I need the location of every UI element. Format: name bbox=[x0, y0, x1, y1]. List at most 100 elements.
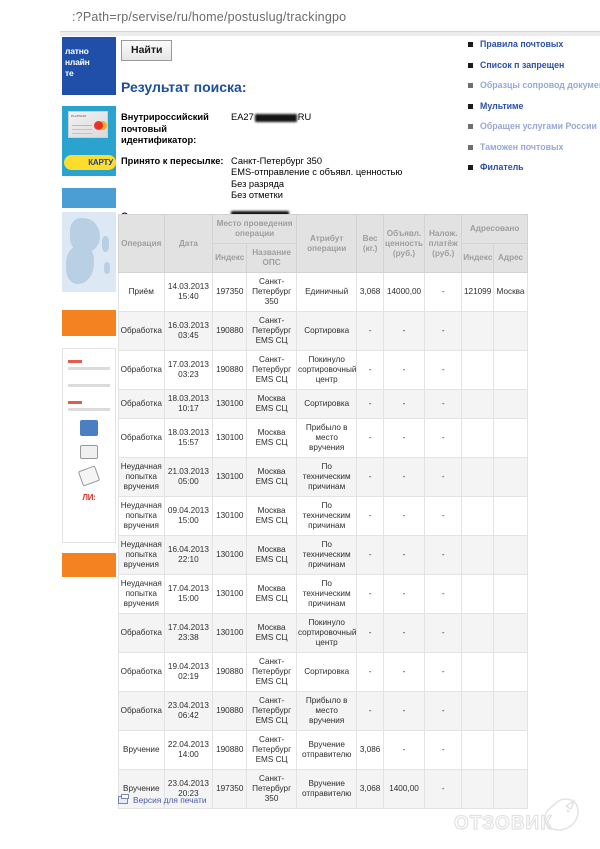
ad-banner-credit-card[interactable]: PLATINUM КАРТУ bbox=[62, 106, 116, 176]
cell-ops-name: Санкт-Петербург 350 bbox=[246, 769, 297, 809]
side-widget-panel: ЛИ: bbox=[62, 348, 116, 543]
map-shape-4 bbox=[104, 262, 110, 274]
tracking-table: Операция Дата Место проведения операции … bbox=[118, 214, 528, 809]
cell-addr-address bbox=[493, 418, 528, 458]
cell-date: 09.04.2013 15:00 bbox=[163, 496, 214, 536]
cell-cod: - bbox=[424, 652, 463, 692]
widget-line-3 bbox=[68, 408, 110, 411]
tracking-table-wrapper: Операция Дата Место проведения операции … bbox=[118, 214, 528, 809]
col-ops-name: Название ОПС bbox=[246, 243, 297, 273]
cell-addr-index bbox=[461, 457, 495, 497]
cell-ops-name: Санкт-Петербург EMS СЦ bbox=[246, 730, 297, 770]
cell-cod: - bbox=[424, 272, 463, 312]
right-link-label: Правила почтовых bbox=[480, 39, 564, 49]
cell-cod: - bbox=[424, 769, 463, 809]
cell-operation: Обработка bbox=[118, 389, 165, 419]
ad-cta-button[interactable]: КАРТУ bbox=[64, 155, 116, 170]
accepted-value-3: Без отметки bbox=[231, 190, 283, 200]
cell-weight: - bbox=[356, 496, 384, 536]
ad-strip-blue[interactable] bbox=[62, 188, 116, 208]
cell-cod: - bbox=[424, 418, 463, 458]
credit-card-label: PLATINUM bbox=[71, 114, 86, 118]
right-link-label: Филатель bbox=[480, 162, 524, 172]
cell-addr-address bbox=[493, 457, 528, 497]
cell-ops-name: Москва EMS СЦ bbox=[246, 496, 297, 536]
cell-attribute: Покинуло сортировочный центр bbox=[295, 350, 358, 390]
cell-ops-name: Санкт-Петербург EMS СЦ bbox=[246, 350, 297, 390]
ad-banner-blue[interactable]: латно нлайн те bbox=[62, 37, 116, 95]
map-shape-3 bbox=[102, 236, 109, 252]
cell-operation: Обработка bbox=[118, 311, 165, 351]
bullet-icon bbox=[468, 62, 473, 68]
redaction-bar-identifier bbox=[254, 113, 297, 122]
right-link-item[interactable]: Филатель bbox=[468, 162, 600, 174]
cell-weight: - bbox=[356, 652, 384, 692]
table-row: Обработка 18.03.2013 15:57 130100 Москва EM… bbox=[118, 418, 528, 458]
cell-declared-value: - bbox=[382, 457, 426, 497]
cell-index: 190880 bbox=[212, 652, 248, 692]
cell-addr-index bbox=[461, 769, 495, 809]
cell-attribute: Вручение отправителю bbox=[295, 769, 358, 809]
cell-ops-name: Москва EMS СЦ bbox=[246, 389, 297, 419]
tracking-table-head: Операция Дата Место проведения операции … bbox=[118, 214, 528, 273]
right-link-item[interactable]: Мультиме bbox=[468, 101, 600, 113]
cell-addr-index bbox=[461, 691, 495, 731]
ad-banner-orange-1[interactable] bbox=[62, 310, 116, 336]
cell-operation: Приём bbox=[118, 272, 165, 312]
print-version-link[interactable]: Версия для печати bbox=[118, 794, 207, 805]
cell-operation: Обработка bbox=[118, 613, 165, 653]
cell-date: 18.03.2013 15:57 bbox=[163, 418, 214, 458]
cell-addr-index bbox=[461, 311, 495, 351]
right-link-item[interactable]: Образцы сопровод документ bbox=[468, 80, 600, 92]
col-addr-index: Индекс bbox=[461, 243, 495, 273]
cell-index: 190880 bbox=[212, 691, 248, 731]
url-fragment-text: :?Path=rp/servise/ru/home/postuslug/trac… bbox=[72, 10, 347, 24]
cell-addr-index bbox=[461, 613, 495, 653]
right-link-item[interactable]: Правила почтовых bbox=[468, 39, 600, 51]
cell-ops-name: Санкт-Петербург EMS СЦ bbox=[246, 311, 297, 351]
cell-attribute: Прибыло в место вручения bbox=[295, 691, 358, 731]
cell-cod: - bbox=[424, 535, 463, 575]
ad-banner-orange-2[interactable] bbox=[62, 553, 116, 577]
cell-date: 21.03.2013 05:00 bbox=[163, 457, 214, 497]
cell-declared-value: - bbox=[382, 574, 426, 614]
widget-promo-text: ЛИ: bbox=[82, 493, 96, 502]
map-thumbnail[interactable] bbox=[62, 212, 116, 292]
table-row: Неудачная попытка вручения 21.03.2013 05:… bbox=[118, 457, 528, 497]
cell-addr-index bbox=[461, 389, 495, 419]
widget-line-red-1 bbox=[68, 360, 82, 363]
widget-line-1 bbox=[68, 367, 110, 370]
ad-banner-blue-text: латно нлайн те bbox=[65, 46, 90, 78]
cell-operation: Обработка bbox=[118, 418, 165, 458]
cell-ops-name: Москва EMS СЦ bbox=[246, 535, 297, 575]
bullet-icon bbox=[468, 42, 473, 47]
package-box-icon bbox=[80, 420, 98, 436]
identifier-label-line1: Внутрироссийский bbox=[121, 112, 209, 122]
cell-operation: Обработка bbox=[118, 652, 165, 692]
find-button[interactable]: Найти bbox=[121, 40, 173, 61]
cell-attribute: Сортировка bbox=[295, 311, 358, 351]
cell-index: 130100 bbox=[212, 457, 248, 497]
bullet-icon bbox=[468, 103, 473, 109]
right-link-item[interactable]: Таможен почтовых bbox=[468, 142, 600, 154]
cell-declared-value: - bbox=[382, 418, 426, 458]
right-link-item[interactable]: Список п запрещен bbox=[468, 60, 600, 72]
identifier-label-line2: почтовый идентификатор: bbox=[121, 123, 197, 146]
col-weight: Вес (кг.) bbox=[356, 214, 384, 273]
cell-declared-value: 1400,00 bbox=[382, 769, 426, 809]
table-row: Обработка 18.03.2013 10:17 130100 Москва EM… bbox=[118, 389, 528, 419]
cell-weight: - bbox=[356, 418, 384, 458]
table-row: Обработка 23.04.2013 06:42 190880 Санкт-Пет… bbox=[118, 691, 528, 731]
cell-index[interactable]: 190880 bbox=[212, 730, 248, 770]
right-link-item[interactable]: Обращен услугами России bbox=[468, 121, 600, 133]
table-header-row-1: Операция Дата Место проведения операции … bbox=[118, 214, 528, 273]
right-link-label: Образцы сопровод документ bbox=[480, 80, 600, 90]
cell-cod: - bbox=[424, 457, 463, 497]
cell-index[interactable]: 197350 bbox=[212, 769, 248, 809]
credit-card-icon: PLATINUM bbox=[68, 111, 108, 138]
cell-attribute: Сортировка bbox=[295, 389, 358, 419]
col-addr-address: Адрес bbox=[493, 243, 528, 273]
cell-addr-index bbox=[461, 496, 495, 536]
cell-operation: Неудачная попытка вручения bbox=[118, 535, 165, 575]
cell-weight: - bbox=[356, 574, 384, 614]
